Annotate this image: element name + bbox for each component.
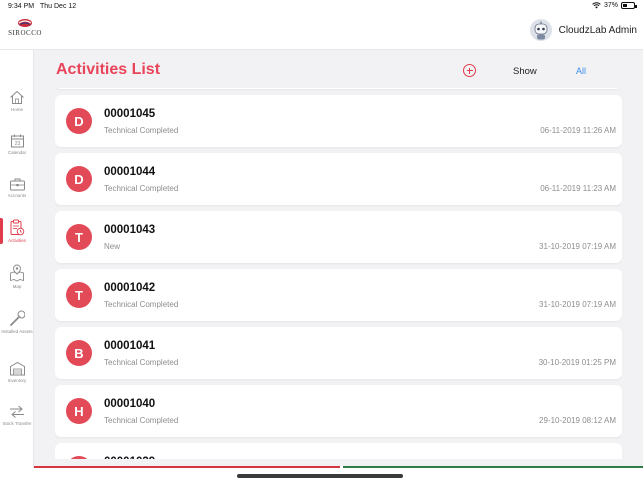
top-nav: SIROCCO CloudzLab Admin: [0, 14, 643, 50]
activity-avatar: D: [66, 166, 92, 192]
activity-number: 00001040: [104, 398, 156, 410]
user-menu[interactable]: CloudzLab Admin: [529, 19, 637, 41]
briefcase-icon: [9, 178, 25, 191]
activity-status: Technical Completed: [104, 300, 179, 309]
activity-number: 00001041: [104, 340, 156, 352]
activities-list[interactable]: D 00001045 Technical Completed 06-11-201…: [55, 88, 622, 459]
logo-text: SIROCCO: [8, 29, 42, 37]
activity-date: 31-10-2019 07:19 AM: [539, 242, 616, 251]
user-name: CloudzLab Admin: [558, 24, 637, 36]
activity-avatar: D: [66, 108, 92, 134]
sidebar-item-home[interactable]: Home: [0, 90, 34, 112]
activity-date: 06-11-2019 11:23 AM: [540, 184, 616, 193]
clipboard-icon: [10, 219, 25, 236]
activity-status: Technical Completed: [104, 184, 179, 193]
list-item-blank: [55, 88, 622, 89]
sidebar-item-inventory[interactable]: Inventory: [0, 361, 34, 383]
activities-list-content: D 00001045 Technical Completed 06-11-201…: [55, 88, 622, 459]
robot-avatar-icon: [529, 19, 552, 41]
add-activity-button[interactable]: [463, 64, 476, 77]
page-title: Activities List: [56, 61, 161, 78]
transfer-icon: [10, 405, 24, 418]
app-logo[interactable]: SIROCCO: [8, 18, 42, 46]
sidebar-item-activities[interactable]: Activities: [0, 219, 34, 243]
warehouse-icon: [9, 361, 25, 376]
sidebar-item-label: Home: [10, 107, 23, 112]
status-bar: 9:34 PM Thu Dec 12 37%: [0, 0, 643, 14]
wifi-icon: [592, 2, 601, 9]
list-item[interactable]: T 00001042 Technical Completed 31-10-201…: [55, 269, 622, 321]
wrench-icon: [10, 310, 25, 326]
sidebar-item-map[interactable]: Map: [0, 264, 34, 289]
sidebar-item-stock-transfer[interactable]: Stock Transfer: [0, 404, 34, 426]
calendar-icon: 23: [10, 134, 24, 148]
activity-number: 00001044: [104, 166, 156, 178]
sidebar-item-label: Activities: [8, 238, 26, 243]
list-item[interactable]: T 00001043 New 31-10-2019 07:19 AM: [55, 211, 622, 263]
battery-icon: [621, 2, 637, 9]
activity-number: 00001043: [104, 224, 156, 236]
activity-number: 00001039: [104, 456, 155, 459]
avatar[interactable]: [529, 19, 552, 41]
sidebar-item-label: Calendar: [7, 150, 27, 155]
activity-date: 31-10-2019 07:19 AM: [539, 300, 616, 309]
sidebar-item-label: Map: [12, 284, 22, 289]
sidebar-item-installed-assets[interactable]: Installed Assets: [0, 309, 34, 334]
status-right: 37%: [592, 2, 637, 9]
activity-date: 06-11-2019 11:26 AM: [540, 126, 616, 135]
battery-percent: 37%: [603, 2, 618, 9]
sidebar-item-accounts[interactable]: Accounts: [0, 177, 34, 198]
activity-date: 29-10-2019 08:12 AM: [539, 416, 616, 425]
sidebar-item-label: Installed Assets: [1, 329, 33, 334]
svg-text:23: 23: [14, 141, 20, 147]
activity-status: Technical Completed: [104, 126, 179, 135]
sidebar: Home 23 Calendar Accounts Activities Map…: [0, 50, 34, 468]
activity-status: Technical Completed: [104, 416, 179, 425]
status-time: 9:34 PM: [8, 3, 35, 10]
sidebar-item-calendar[interactable]: 23 Calendar: [0, 134, 34, 155]
activity-avatar: T: [66, 282, 92, 308]
sidebar-item-label: Inventory: [7, 378, 27, 383]
activity-number: 00001042: [104, 282, 156, 294]
activity-status: New: [104, 242, 121, 251]
activity-avatar: H: [66, 398, 92, 424]
activity-avatar: T: [66, 224, 92, 250]
list-item[interactable]: D 00001044 Technical Completed 06-11-201…: [55, 153, 622, 205]
activity-number: 00001045: [104, 108, 156, 120]
map-icon: [10, 264, 24, 282]
show-label: Show: [513, 66, 537, 77]
list-item[interactable]: H 00001040 Technical Completed 29-10-201…: [55, 385, 622, 437]
activity-status: Technical Completed: [104, 358, 179, 367]
activity-avatar: B: [66, 340, 92, 366]
show-filter-dropdown[interactable]: All: [576, 66, 586, 76]
list-item[interactable]: 00001039: [55, 443, 622, 459]
activity-date: 30-10-2019 01:25 PM: [538, 358, 616, 367]
home-icon: [10, 90, 24, 104]
home-indicator[interactable]: [237, 474, 403, 478]
list-item[interactable]: B 00001041 Technical Completed 30-10-201…: [55, 327, 622, 379]
logo-mark-icon: [18, 19, 32, 27]
sidebar-item-label: Stock Transfer: [2, 421, 32, 426]
list-item[interactable]: D 00001045 Technical Completed 06-11-201…: [55, 95, 622, 147]
sidebar-item-label: Accounts: [7, 193, 27, 198]
activity-avatar: [66, 456, 92, 459]
status-date: Thu Dec 12: [40, 3, 77, 10]
